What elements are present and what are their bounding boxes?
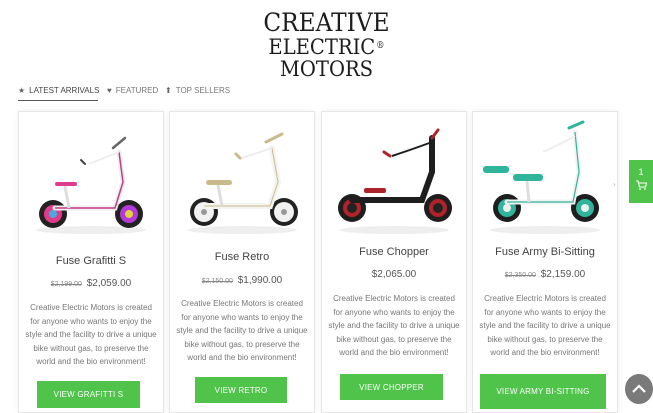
product-description: Creative Electric Motors is created for … xyxy=(328,294,460,357)
brand-line-2: ELECTRIC xyxy=(268,35,376,59)
current-price: $2,059.00 xyxy=(86,278,132,289)
view-army-bi-sitting-button[interactable]: VIEW ARMY BI-SITTING xyxy=(480,374,606,409)
view-grafitti-s-button[interactable]: VIEW GRAFITTI S xyxy=(37,381,140,408)
product-card-fuse-army-bi-sitting: Fuse Army Bi-Sitting $2,350.00 $2,159.00… xyxy=(472,111,618,413)
tab-featured[interactable]: ♥ FEATURED xyxy=(107,80,158,100)
chevron-up-icon xyxy=(632,384,646,393)
scroll-to-top-button[interactable] xyxy=(625,374,653,404)
product-price: $2,350.00 $2,159.00 xyxy=(473,269,617,280)
current-price: $2,159.00 xyxy=(540,269,586,280)
product-description: Creative Electric Motors is created for … xyxy=(25,303,157,366)
old-price: $2,150.00 xyxy=(201,278,233,285)
product-title[interactable]: Fuse Retro xyxy=(170,251,314,263)
product-image-fuse-chopper[interactable] xyxy=(322,112,466,240)
product-card-fuse-grafitti-s: Fuse Grafitti S $2,199.00 $2,059.00 Crea… xyxy=(18,111,164,413)
product-description: Creative Electric Motors is created for … xyxy=(176,299,308,362)
product-title[interactable]: Fuse Army Bi-Sitting xyxy=(473,246,617,258)
current-price: $2,065.00 xyxy=(371,269,417,280)
cart-icon xyxy=(629,180,653,192)
tab-latest-arrivals[interactable]: ★ LATEST ARRIVALS xyxy=(18,80,99,101)
brand-line-3: MOTORS xyxy=(279,57,374,81)
product-card-fuse-retro: Fuse Retro $2,150.00 $1,990.00 Creative … xyxy=(169,111,315,413)
product-price: $2,199.00 $2,059.00 xyxy=(19,278,163,289)
product-image-fuse-grafitti-s[interactable] xyxy=(19,112,163,240)
product-card-fuse-chopper: Fuse Chopper $2,065.00 Creative Electric… xyxy=(321,111,467,413)
product-image-fuse-retro[interactable] xyxy=(170,112,314,240)
arrow-up-icon: ⬆ xyxy=(165,85,172,95)
current-price: $1,990.00 xyxy=(237,275,283,286)
brand-line-1: CREATIVE xyxy=(263,8,390,37)
carousel-next-icon[interactable]: › xyxy=(613,180,616,189)
product-price: $2,065.00 xyxy=(322,269,466,280)
product-image-fuse-army-bi-sitting[interactable] xyxy=(473,112,617,240)
star-icon: ★ xyxy=(18,85,26,95)
view-chopper-button[interactable]: VIEW CHOPPER xyxy=(340,374,443,400)
heart-icon: ♥ xyxy=(107,85,112,95)
old-price: $2,350.00 xyxy=(504,272,536,279)
product-title[interactable]: Fuse Chopper xyxy=(322,246,466,258)
product-description: Creative Electric Motors is created for … xyxy=(479,294,611,357)
brand-logo[interactable]: CREATIVE ELECTRIC® MOTORS xyxy=(0,10,653,80)
view-retro-button[interactable]: VIEW RETRO xyxy=(195,377,287,403)
tab-top-sellers[interactable]: ⬆ TOP SELLERS xyxy=(165,80,230,100)
old-price: $2,199.00 xyxy=(50,281,82,288)
floating-cart[interactable]: 1 xyxy=(629,160,653,203)
registered-mark: ® xyxy=(376,41,385,51)
product-price: $2,150.00 $1,990.00 xyxy=(170,275,314,286)
cart-count: 1 xyxy=(638,167,644,177)
product-title[interactable]: Fuse Grafitti S xyxy=(19,255,163,267)
